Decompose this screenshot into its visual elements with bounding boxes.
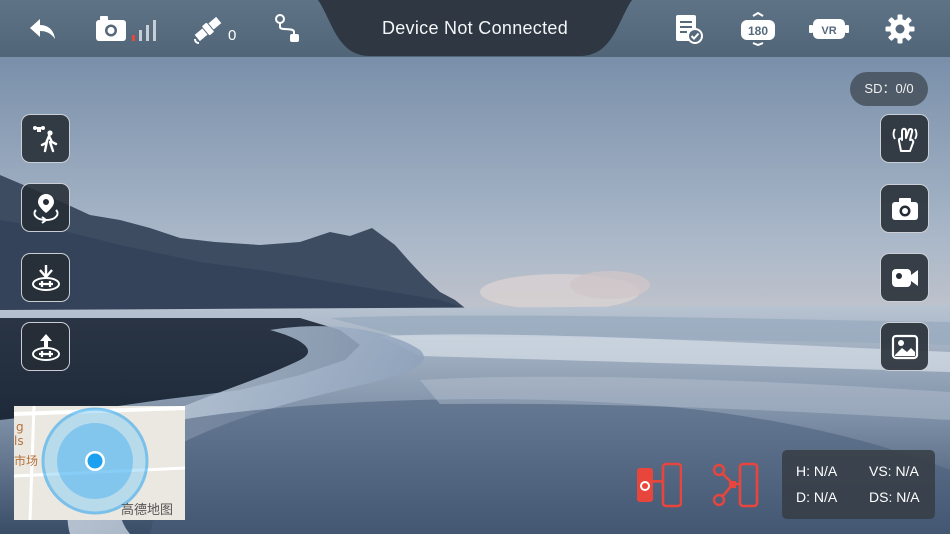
takeoff-icon <box>31 333 60 361</box>
gallery-button[interactable] <box>880 322 929 371</box>
route-button[interactable] <box>270 0 306 57</box>
gallery-icon <box>891 334 918 359</box>
map-label: ls <box>14 434 24 448</box>
drone-link-button[interactable] <box>711 462 759 513</box>
sd-card-status: SD：0/0 <box>850 72 928 106</box>
vr-headset-icon: VR <box>809 18 849 39</box>
follow-me-icon <box>32 125 57 152</box>
rotate-180-label: 180 <box>748 24 768 38</box>
map-label: 市场 <box>14 454 39 468</box>
gear-icon <box>885 14 915 43</box>
height-readout: H: N/A <box>796 463 838 479</box>
horizontal-speed-readout: DS: N/A <box>869 489 920 505</box>
remote-controller-button[interactable] <box>636 462 683 513</box>
gesture-button[interactable] <box>880 114 929 163</box>
minimap[interactable]: g ls 市场 高德地图 <box>14 406 185 520</box>
vr-label: VR <box>821 25 836 37</box>
settings-button[interactable] <box>882 0 918 57</box>
land-button[interactable] <box>21 253 70 302</box>
distance-readout: D: N/A <box>796 489 838 505</box>
landing-icon <box>31 264 60 291</box>
flight-log-button[interactable] <box>670 0 706 57</box>
orbit-button[interactable] <box>21 183 70 232</box>
map-provider-logo: 高德地图 <box>121 503 174 518</box>
satellite-indicator <box>190 0 226 57</box>
record-video-button[interactable] <box>880 253 929 302</box>
satellite-count: 0 <box>228 27 237 44</box>
telemetry-panel: H: N/A VS: N/A D: N/A DS: N/A <box>782 450 935 519</box>
gesture-icon <box>892 127 917 152</box>
camera-icon <box>891 197 918 220</box>
waypoint-orbit-icon <box>32 193 59 224</box>
remote-controller-icon <box>637 462 683 508</box>
takeoff-button[interactable] <box>21 322 70 371</box>
back-arrow-icon <box>30 18 55 39</box>
flight-log-icon <box>676 14 703 44</box>
video-icon <box>891 268 918 287</box>
vr-button[interactable]: VR <box>808 0 850 57</box>
photo-button[interactable] <box>880 184 929 233</box>
follow-me-button[interactable] <box>21 114 70 163</box>
drone-link-icon <box>712 462 759 508</box>
back-button[interactable] <box>24 0 62 57</box>
page-title: Device Not Connected <box>381 18 569 38</box>
connection-status: Device Not Connected <box>318 0 632 57</box>
map-label: g <box>16 420 24 434</box>
route-icon <box>275 13 299 42</box>
camera-signal-indicator <box>94 0 164 57</box>
rotate-180-button[interactable]: 180 <box>738 0 778 57</box>
satellite-icon <box>194 16 222 44</box>
rotate-180-icon: 180 <box>741 11 775 46</box>
vertical-speed-readout: VS: N/A <box>869 463 919 479</box>
camera-signal-icon <box>96 15 156 41</box>
top-toolbar: 0 Device Not Connected 180 VR <box>0 0 950 57</box>
